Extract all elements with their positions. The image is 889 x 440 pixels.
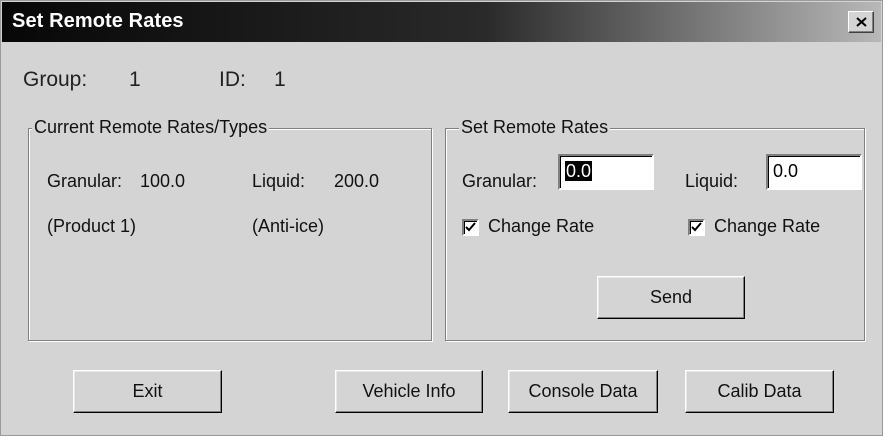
- set-granular-label: Granular:: [462, 171, 538, 191]
- set-rates-legend: Set Remote Rates: [459, 117, 611, 138]
- send-button[interactable]: Send: [597, 276, 745, 319]
- set-liquid-label: Liquid:: [685, 171, 739, 191]
- window-title: Set Remote Rates: [12, 10, 184, 32]
- granular-rate-value: 0.0: [565, 161, 593, 181]
- current-rates-legend: Current Remote Rates/Types: [32, 117, 270, 138]
- liquid-change-rate-label[interactable]: Change Rate: [714, 216, 820, 237]
- exit-button[interactable]: Exit: [73, 370, 222, 413]
- liquid-rate-value: 0.0: [773, 161, 799, 181]
- calib-data-button[interactable]: Calib Data: [685, 370, 834, 413]
- checkmark-icon: [691, 222, 702, 232]
- liquid-change-rate-checkbox[interactable]: [688, 219, 705, 236]
- liquid-rate-input[interactable]: 0.0: [766, 154, 862, 190]
- current-granular-label: Granular:: [47, 171, 123, 191]
- group-label: Group:: [23, 68, 88, 91]
- current-liquid-label: Liquid:: [252, 171, 306, 191]
- granular-product-type: (Product 1): [47, 216, 137, 236]
- granular-change-rate-checkbox[interactable]: [462, 219, 479, 236]
- granular-change-rate-label[interactable]: Change Rate: [488, 216, 594, 237]
- liquid-product-type: (Anti-ice): [252, 216, 325, 236]
- current-liquid-value: 200.0: [334, 171, 380, 191]
- vehicle-info-button[interactable]: Vehicle Info: [335, 370, 483, 413]
- id-label: ID:: [219, 68, 246, 91]
- group-value: 1: [129, 68, 141, 91]
- close-icon: [856, 17, 867, 27]
- current-granular-value: 100.0: [140, 171, 186, 191]
- checkmark-icon: [465, 222, 476, 232]
- console-data-button[interactable]: Console Data: [508, 370, 658, 413]
- id-value: 1: [274, 68, 286, 91]
- title-bar[interactable]: Set Remote Rates: [2, 2, 881, 42]
- set-remote-rates-dialog: Set Remote Rates Group: 1 ID: 1 Current …: [0, 0, 883, 436]
- granular-rate-input[interactable]: 0.0: [558, 154, 654, 190]
- close-button[interactable]: [848, 11, 874, 33]
